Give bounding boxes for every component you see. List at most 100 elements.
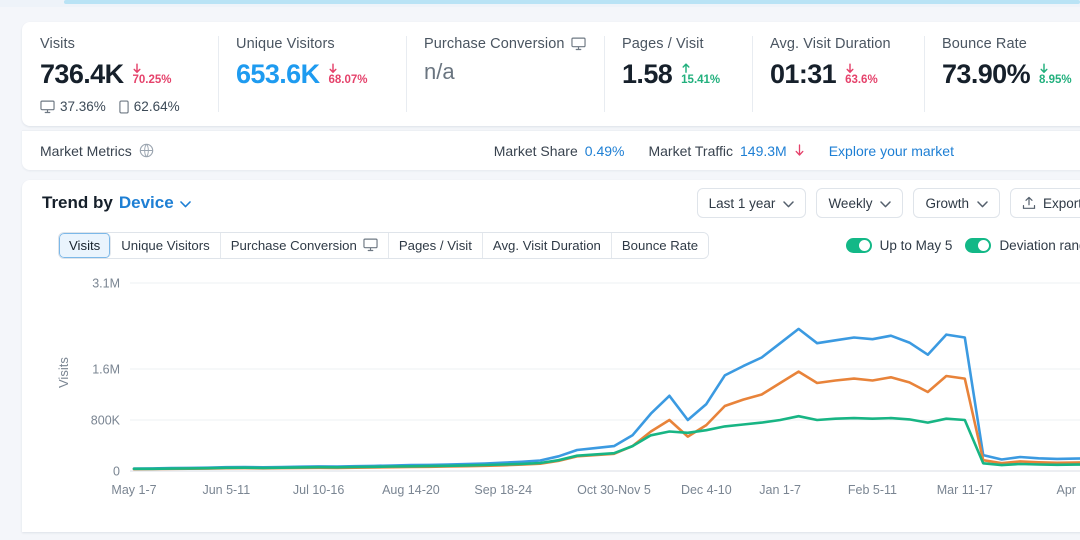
kpi-card-unique-visitors: Unique Visitors 653.6K 68.07% (218, 22, 406, 126)
x-axis-tick: Feb 5-11 (848, 483, 897, 497)
kpi-main: 73.90% 8.95% (942, 59, 1080, 90)
desktop-icon (40, 100, 55, 114)
trend-header: Trend by Device Last 1 year Weekly Growth E… (22, 180, 1080, 226)
trend-controls: Last 1 year Weekly Growth Export (696, 188, 1080, 218)
export-button[interactable]: Export (1009, 188, 1080, 218)
kpi-title-text: Purchase Conversion (424, 36, 565, 52)
kpi-card-pages-visit: Pages / Visit 1.58 15.41% (604, 22, 752, 126)
toggle-switch[interactable] (845, 237, 872, 253)
x-axis-tick: Sep 18-24 (474, 483, 532, 497)
kpi-value: 653.6K (236, 59, 320, 89)
kpi-value: n/a (424, 59, 455, 84)
control-last-1-year[interactable]: Last 1 year (696, 188, 807, 218)
x-axis-tick: Jan 1-7 (759, 483, 801, 497)
tab-label: Purchase Conversion (230, 237, 357, 253)
market-traffic-stat: Market Traffic 149.3M (648, 143, 804, 159)
kpi-title: Avg. Visit Duration (770, 36, 924, 52)
metric-tabs: Visits Unique Visitors Purchase Conversion… (58, 231, 710, 259)
chevron-down-icon[interactable] (179, 193, 191, 213)
kpi-title-text: Avg. Visit Duration (770, 36, 891, 52)
x-axis-tick: Oct 30-Nov 5 (577, 483, 651, 497)
desktop-icon (363, 238, 378, 252)
tab-label: Unique Visitors (121, 237, 210, 253)
kpi-delta: 68.07% (328, 63, 367, 86)
kpi-main: 01:31 63.6% (770, 59, 924, 90)
control-label: Weekly (828, 195, 873, 211)
y-axis-tick: 0 (113, 465, 120, 479)
kpi-value: 01:31 (770, 59, 837, 89)
chevron-down-icon (783, 196, 795, 211)
kpi-main: 736.4K 70.25% (40, 59, 218, 90)
chart-toggles: Up to May 5 Deviation range (845, 237, 1080, 253)
tab-purchase-conversion[interactable]: Purchase Conversion (220, 232, 389, 258)
tab-visits[interactable]: Visits (59, 232, 112, 258)
market-stats: Market Share 0.49% Market Traffic 149.3M… (494, 143, 1080, 159)
kpi-card-visits: Visits 736.4K 70.25% 37.36% 62.64% (22, 22, 218, 126)
globe-icon[interactable] (139, 143, 154, 158)
x-axis-tick: Jun 5-11 (202, 483, 250, 497)
toggle-deviation-range[interactable]: Deviation range (965, 237, 1080, 253)
chevron-down-icon (880, 196, 892, 211)
control-weekly[interactable]: Weekly (816, 188, 904, 218)
kpi-title: Bounce Rate (942, 36, 1080, 52)
tab-bounce-rate[interactable]: Bounce Rate (611, 232, 709, 258)
trend-dimension-selector[interactable]: Device (119, 193, 174, 213)
chevron-down-icon (977, 196, 988, 211)
toggle-up-to-may-5[interactable]: Up to May 5 (845, 237, 953, 253)
upload-icon (1022, 196, 1036, 210)
toggle-label: Up to May 5 (879, 237, 953, 253)
market-share-stat: Market Share 0.49% (494, 143, 625, 159)
control-growth[interactable]: Growth (913, 188, 1000, 218)
desktop-icon (570, 37, 586, 51)
kpi-title-text: Bounce Rate (942, 36, 1027, 52)
kpi-main: 1.58 15.41% (622, 59, 752, 90)
tab-unique-visitors[interactable]: Unique Visitors (111, 232, 221, 258)
kpi-title: Purchase Conversion (424, 36, 604, 52)
kpi-card-purchase-conversion: Purchase Conversion n/a (406, 22, 604, 126)
kpi-summary-row: Visits 736.4K 70.25% 37.36% 62.64% Unique Vis… (22, 22, 1080, 126)
device-share-value: 62.64% (133, 99, 180, 114)
kpi-value: 73.90% (942, 59, 1031, 89)
kpi-delta: 8.95% (1039, 63, 1072, 86)
x-axis-tick: Mar 11-17 (937, 483, 993, 497)
kpi-card-bounce-rate: Bounce Rate 73.90% 8.95% (924, 22, 1080, 126)
market-share-value: 0.49% (584, 142, 625, 159)
control-label: Last 1 year (708, 195, 776, 211)
tab-label: Pages / Visit (398, 237, 472, 253)
explore-market-link[interactable]: Explore your market (829, 143, 954, 159)
device-share-value: 37.36% (60, 99, 106, 114)
trend-chart: Visits 0 800K 1.6M 3.1M May 1-7 Jun 5-11 Jul 1… (22, 268, 1080, 504)
series-line-total (132, 327, 1080, 470)
kpi-title: Unique Visitors (236, 36, 406, 52)
x-axis-tick: Jul 10-16 (293, 483, 344, 497)
trend-title-prefix: Trend by (42, 193, 113, 212)
y-axis-tick: 800K (91, 414, 121, 428)
toggle-switch[interactable] (965, 237, 992, 253)
top-accent-bar (64, 0, 1080, 4)
kpi-card-avg-visit-duration: Avg. Visit Duration 01:31 63.6% (752, 22, 924, 126)
kpi-device-split: 37.36% 62.64% (40, 99, 218, 114)
tab-label: Visits (69, 237, 101, 253)
toggle-label: Deviation range (999, 237, 1080, 253)
kpi-value: 1.58 (622, 59, 673, 89)
x-axis-tick: Dec 4-10 (681, 483, 732, 497)
kpi-title-text: Pages / Visit (622, 36, 704, 52)
y-axis-tick: 1.6M (92, 363, 120, 377)
kpi-main: 653.6K 68.07% (236, 59, 406, 90)
series-line-mobile (132, 414, 1080, 471)
market-metrics-bar: Market Metrics Market Share 0.49% Market… (22, 130, 1080, 170)
kpi-delta: 15.41% (681, 63, 720, 86)
tab-avg-visit-duration[interactable]: Avg. Visit Duration (482, 232, 612, 258)
tab-pages-visit[interactable]: Pages / Visit (388, 232, 483, 258)
down-arrow-icon (794, 144, 805, 157)
kpi-title: Visits (40, 36, 218, 52)
tab-label: Avg. Visit Duration (492, 237, 601, 253)
market-metrics-text: Market Metrics (40, 142, 132, 159)
kpi-delta: 70.25% (132, 63, 171, 86)
device-share: 37.36% (40, 99, 106, 114)
kpi-title-text: Visits (40, 36, 75, 52)
market-traffic-label: Market Traffic (648, 142, 734, 159)
mobile-icon (119, 100, 129, 114)
x-axis-tick: Aug 14-20 (382, 483, 440, 497)
device-share: 62.64% (119, 99, 180, 114)
